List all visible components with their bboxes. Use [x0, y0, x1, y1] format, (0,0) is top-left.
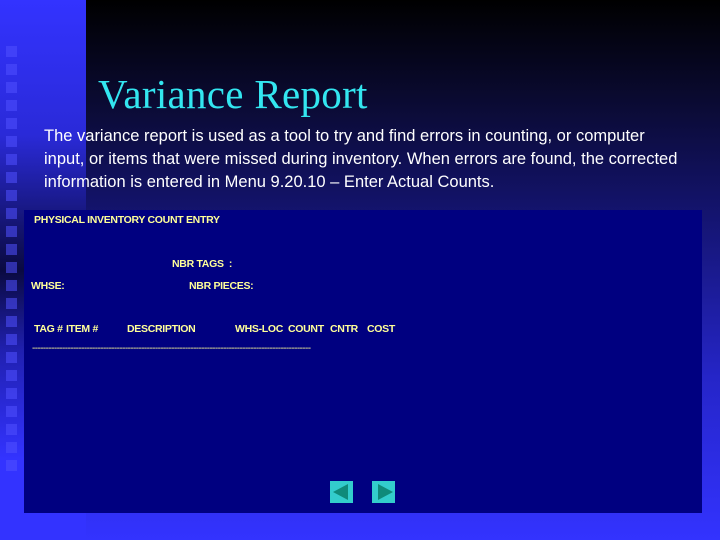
decorative-square — [6, 244, 17, 255]
decorative-square — [6, 370, 17, 381]
whse-label: WHSE: — [31, 280, 65, 292]
decorative-square — [6, 262, 17, 273]
decorative-square — [6, 118, 17, 129]
decorative-square — [6, 388, 17, 399]
decorative-square — [6, 172, 17, 183]
inventory-screen-panel: PHYSICAL INVENTORY COUNT ENTRY NBR TAGS … — [24, 210, 702, 513]
decorative-square — [6, 226, 17, 237]
decorative-square — [6, 136, 17, 147]
triangle-right-icon — [377, 484, 393, 500]
nbr-tags-label: NBR TAGS : — [172, 258, 233, 270]
decorative-square — [6, 298, 17, 309]
nbr-pieces-label: NBR PIECES: — [189, 280, 254, 292]
decorative-squares — [6, 46, 18, 478]
screen-header: PHYSICAL INVENTORY COUNT ENTRY — [34, 214, 220, 226]
previous-slide-button[interactable] — [330, 481, 353, 503]
column-header-cost: COST — [367, 323, 395, 335]
decorative-square — [6, 406, 17, 417]
decorative-square — [6, 100, 17, 111]
column-header-cntr: CNTR — [330, 323, 358, 335]
decorative-square — [6, 208, 17, 219]
column-header-tag: TAG # — [34, 323, 63, 335]
intro-paragraph: The variance report is used as a tool to… — [44, 127, 678, 191]
column-header-description: DESCRIPTION — [127, 323, 196, 335]
decorative-square — [6, 424, 17, 435]
column-header-whs-loc: WHS-LOC — [235, 323, 284, 335]
decorative-square — [6, 280, 17, 291]
decorative-square — [6, 334, 17, 345]
column-header-count: COUNT — [288, 323, 324, 335]
decorative-square — [6, 82, 17, 93]
decorative-square — [6, 64, 17, 75]
decorative-square — [6, 352, 17, 363]
decorative-square — [6, 460, 17, 471]
decorative-square — [6, 316, 17, 327]
slide-title: Variance Report — [98, 71, 368, 117]
decorative-square — [6, 154, 17, 165]
next-slide-button[interactable] — [372, 481, 395, 503]
triangle-left-icon — [333, 484, 348, 500]
decorative-square — [6, 190, 17, 201]
separator-line: ----------------------------------------… — [32, 343, 311, 354]
column-header-item: ITEM # — [66, 323, 99, 335]
decorative-square — [6, 442, 17, 453]
decorative-square — [6, 46, 17, 57]
